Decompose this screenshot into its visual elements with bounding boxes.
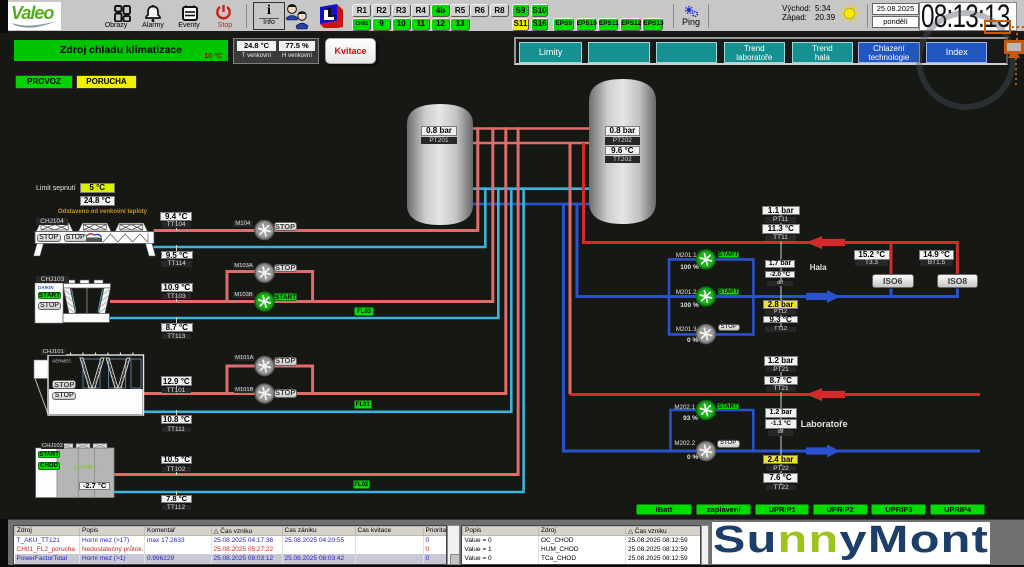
svg-text:DAIKIN: DAIKIN xyxy=(38,285,54,290)
svg-text:AERMEC: AERMEC xyxy=(72,465,98,471)
svg-text:AERMEC: AERMEC xyxy=(52,359,72,364)
